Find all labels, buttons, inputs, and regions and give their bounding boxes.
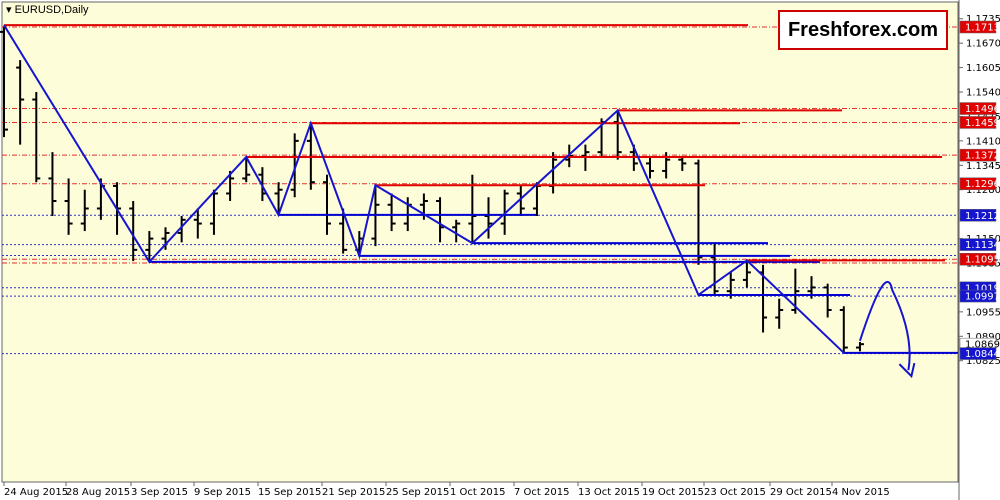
x-tick-label: 4 Nov 2015 [832,487,890,498]
symbol-timeframe-label: EURUSD,Daily [14,4,89,16]
x-tick-label: 15 Sep 2015 [258,487,321,498]
price-box-label: 1.1134 [965,240,1000,251]
y-tick-label: 1.1345 [966,161,1000,172]
chart-title: ▾ EURUSD,Daily [6,3,89,16]
price-box-label: 1.1296 [965,179,1000,190]
price-box-label: 1.1496 [965,104,1000,115]
x-tick-label: 9 Sep 2015 [194,487,251,498]
x-tick-label: 7 Oct 2015 [514,487,569,498]
x-tick-label: 1 Oct 2015 [450,487,505,498]
y-tick-label: 1.0955 [966,307,1000,318]
price-box-label: 1.0844 [965,349,1000,360]
menu-triangle-icon[interactable]: ▾ [6,4,12,16]
y-tick-label: 1.1670 [966,39,1000,50]
price-chart: 1.17351.16701.16051.15401.14751.14101.13… [0,0,1000,500]
y-tick-label: 1.1605 [966,63,1000,74]
brand-name: Freshforex.com [787,19,939,41]
x-tick-label: 25 Sep 2015 [386,487,449,498]
price-box-label: 1.1095 [965,255,1000,266]
x-tick-label: 3 Sep 2015 [131,487,188,498]
x-tick-label: 21 Sep 2015 [322,487,385,498]
x-tick-label: 13 Oct 2015 [578,487,640,498]
y-tick-label: 1.1540 [966,88,1000,99]
y-tick-label: 1.1410 [966,136,1000,147]
price-box-label: 1.1459 [965,118,1000,129]
x-tick-label: 19 Oct 2015 [642,487,704,498]
price-box-label: 1.1372 [965,151,1000,162]
x-tick-label: 24 Aug 2015 [4,487,68,498]
x-tick-label: 28 Aug 2015 [66,487,130,498]
brand-logo: Freshforex.com [778,10,948,50]
x-tick-label: 29 Oct 2015 [770,487,832,498]
price-box-label: 1.1713 [965,23,1000,34]
price-box-label: 1.0997 [965,292,1000,303]
x-tick-label: 23 Oct 2015 [704,487,766,498]
plot-area [1,1,959,483]
price-box-label: 1.1212 [965,211,1000,222]
